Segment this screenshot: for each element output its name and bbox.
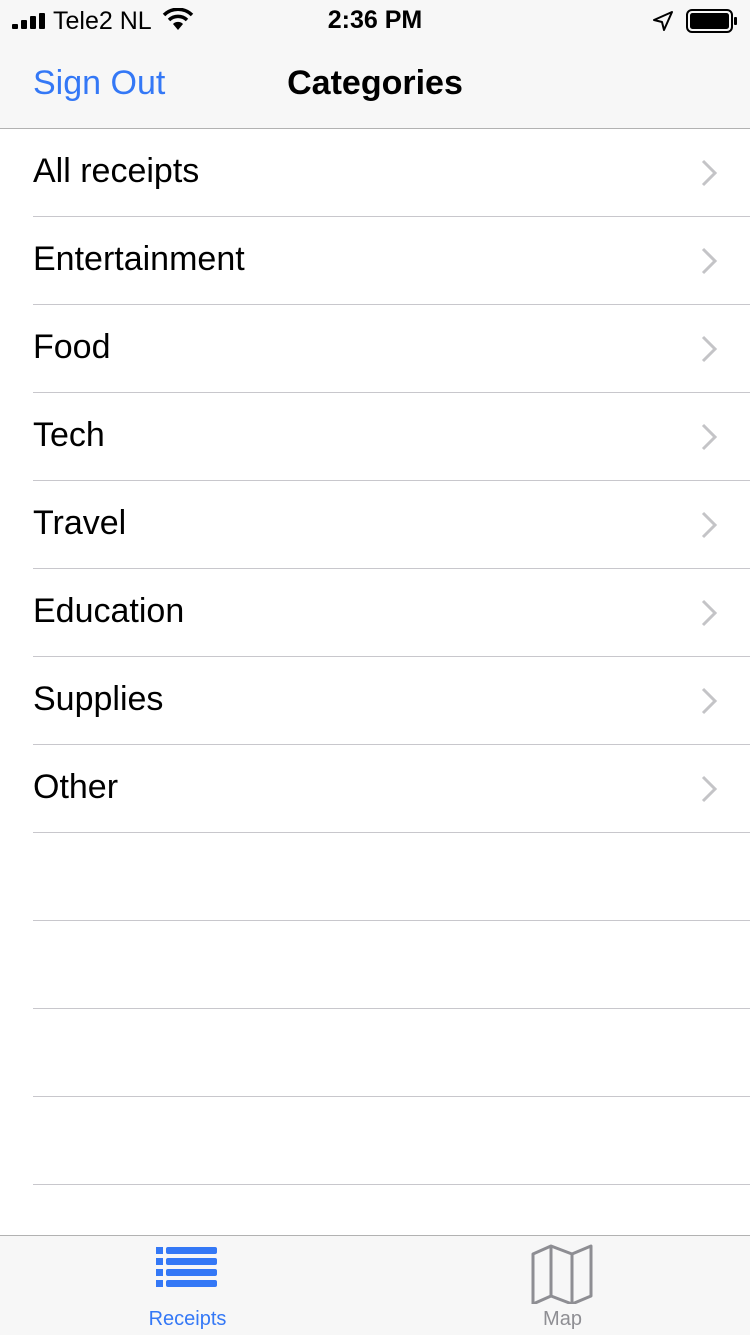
category-row-supplies[interactable]: Supplies xyxy=(0,657,750,745)
category-label: Entertainment xyxy=(33,240,245,278)
location-arrow-icon xyxy=(653,11,673,31)
map-icon xyxy=(531,1244,593,1304)
list-icon xyxy=(156,1247,217,1287)
chevron-right-icon xyxy=(701,335,718,363)
navigation-bar: Sign Out Categories xyxy=(0,40,750,129)
category-row-entertainment[interactable]: Entertainment xyxy=(0,217,750,305)
chevron-right-icon xyxy=(701,423,718,451)
category-label: Food xyxy=(33,328,111,366)
clock: 2:36 PM xyxy=(327,6,423,34)
tab-bar: Receipts Map xyxy=(0,1235,750,1335)
category-row-food[interactable]: Food xyxy=(0,305,750,393)
empty-row xyxy=(0,1097,750,1185)
category-list: All receipts Entertainment Food Tech Tra… xyxy=(0,129,750,1185)
tab-label: Receipts xyxy=(148,1308,227,1330)
row-separator xyxy=(33,1184,750,1185)
category-label: Travel xyxy=(33,504,127,542)
tab-label: Map xyxy=(543,1308,582,1330)
chevron-right-icon xyxy=(701,247,718,275)
category-label: Other xyxy=(33,768,119,806)
empty-row xyxy=(0,833,750,921)
category-label: Supplies xyxy=(33,680,164,718)
chevron-right-icon xyxy=(701,159,718,187)
category-row-other[interactable]: Other xyxy=(0,745,750,833)
page-title: Categories xyxy=(287,64,463,102)
chevron-right-icon xyxy=(701,599,718,627)
category-row-all-receipts[interactable]: All receipts xyxy=(0,129,750,217)
category-label: Tech xyxy=(33,416,105,454)
chevron-right-icon xyxy=(701,775,718,803)
tab-receipts[interactable]: Receipts xyxy=(0,1236,375,1335)
empty-row xyxy=(0,1009,750,1097)
category-row-tech[interactable]: Tech xyxy=(0,393,750,481)
status-bar: Tele2 NL 2:36 PM xyxy=(0,0,750,40)
battery-icon xyxy=(686,9,737,33)
category-row-education[interactable]: Education xyxy=(0,569,750,657)
category-row-travel[interactable]: Travel xyxy=(0,481,750,569)
chevron-right-icon xyxy=(701,687,718,715)
empty-row xyxy=(0,921,750,1009)
chevron-right-icon xyxy=(701,511,718,539)
tab-map[interactable]: Map xyxy=(375,1236,750,1335)
category-label: All receipts xyxy=(33,152,200,190)
category-label: Education xyxy=(33,592,185,630)
